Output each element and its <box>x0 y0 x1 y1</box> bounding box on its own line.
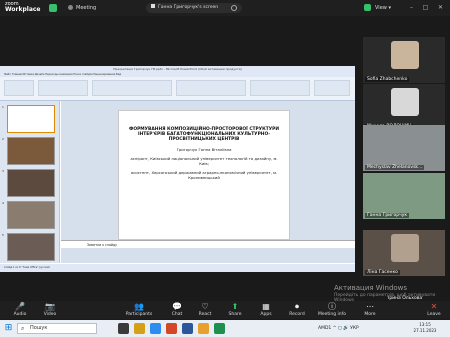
slide-affiliation: аспірант, Київський національний універс… <box>130 155 278 166</box>
participant-tile[interactable]: Микола ВОЛОШИН <box>363 84 445 130</box>
participant-avatar <box>391 234 419 262</box>
leave-icon: ✕ <box>430 302 438 311</box>
editing-group[interactable] <box>314 80 350 96</box>
taskbar-search-box[interactable]: ⌕ Пошук <box>17 323 97 334</box>
slide-thumbnails: 1 2 3 4 5 <box>0 101 60 263</box>
word-taskbar-icon[interactable] <box>182 323 193 334</box>
meeting-top-bar: zoom Workplace Meeting Ганна Григорчук's … <box>0 0 450 16</box>
slide-title: ФОРМУВАННЯ КОМПОЗИЦІЙНО-ПРОСТОРОВОЇ СТРУ… <box>128 127 279 143</box>
apps-icon: ▦ <box>262 302 270 311</box>
share-icon: ⬆ <box>231 302 239 311</box>
taskbar-clock[interactable]: 13:15 27.11.2023 <box>410 322 440 334</box>
heart-icon: ♡ <box>201 302 209 311</box>
excel-taskbar-icon[interactable] <box>214 323 225 334</box>
encryption-icon[interactable] <box>364 4 371 11</box>
share-button[interactable]: ⬆ Share <box>221 301 249 319</box>
more-button[interactable]: ⋯ More <box>356 301 384 319</box>
meeting-icon <box>68 5 73 10</box>
meeting-info-button[interactable]: ⓘ Meeting info <box>316 301 348 319</box>
clipboard-group[interactable] <box>4 80 34 96</box>
record-icon: ⏺ <box>295 302 299 311</box>
chat-button[interactable]: 💬 Chat <box>163 301 191 319</box>
system-tray[interactable]: AMD1 ^ ◻ 🔊 УКР <box>318 323 359 334</box>
more-icon: ⋯ <box>366 302 374 311</box>
chat-icon: 💬 <box>172 302 182 311</box>
slide-thumbnail[interactable] <box>7 233 55 261</box>
screen-icon <box>151 4 155 8</box>
participant-tile[interactable]: Ліна Гасенко <box>363 230 445 276</box>
screen-share-indicator[interactable]: Ганна Григорчук's screen <box>146 3 242 13</box>
microphone-icon: 🎤 <box>15 302 25 311</box>
maximize-icon[interactable]: □ <box>422 4 429 11</box>
browser-taskbar-icon[interactable] <box>198 323 209 334</box>
slide-thumbnail[interactable] <box>7 137 55 165</box>
powerpoint-status-bar: Слайд 1 из 6 "Тема Office" русский <box>0 264 355 272</box>
search-icon: ⌕ <box>21 325 25 332</box>
audio-button[interactable]: 🎤 Audio <box>6 301 34 319</box>
close-icon[interactable]: ✕ <box>437 4 444 11</box>
participant-avatar <box>391 88 419 116</box>
windows-taskbar: ⊞ ⌕ Пошук AMD1 ^ ◻ 🔊 УКР 13:15 27.11.2023 <box>0 320 450 337</box>
info-icon: ⓘ <box>328 302 336 311</box>
participant-avatar <box>391 41 419 69</box>
zoom-meeting-window: zoom Workplace Meeting Ганна Григорчук's … <box>0 0 450 337</box>
participants-button[interactable]: 👥 Participants <box>125 301 153 319</box>
shared-screen: Презентація Григорчук ГВ.pptx - Microsof… <box>0 66 355 272</box>
paragraph-group[interactable] <box>176 80 246 96</box>
leave-button[interactable]: ✕ Leave <box>420 301 448 319</box>
slide-thumbnail[interactable] <box>7 105 55 133</box>
react-button[interactable]: ♡ React <box>191 301 219 319</box>
powerpoint-taskbar-icon[interactable] <box>166 323 177 334</box>
slide-thumbnail[interactable] <box>7 201 55 229</box>
activation-watermark: Активация Windows <box>334 284 408 292</box>
view-button[interactable]: View ▾ <box>375 3 391 13</box>
current-slide[interactable]: ФОРМУВАННЯ КОМПОЗИЦІЙНО-ПРОСТОРОВОЇ СТРУ… <box>118 110 290 240</box>
task-view-icon[interactable] <box>118 323 129 334</box>
stop-share-icon[interactable] <box>231 5 237 11</box>
apps-button[interactable]: ▦ Apps <box>252 301 280 319</box>
slide-thumbnail[interactable] <box>7 169 55 197</box>
record-button[interactable]: ⏺ Record <box>283 301 311 319</box>
camera-icon: 📷 <box>45 302 55 311</box>
slide-editor: ФОРМУВАННЯ КОМПОЗИЦІЙНО-ПРОСТОРОВОЇ СТРУ… <box>61 101 355 263</box>
zoom-taskbar-icon[interactable] <box>150 323 161 334</box>
shield-icon[interactable] <box>49 4 57 12</box>
video-button[interactable]: 📷 Video <box>36 301 64 319</box>
font-group[interactable] <box>92 80 172 96</box>
minimize-icon[interactable]: – <box>408 4 415 11</box>
ribbon <box>0 77 355 101</box>
meeting-tab[interactable]: Meeting <box>68 4 96 12</box>
slide-affiliation: асистент, Херсонський державний аграрно-… <box>130 169 278 180</box>
zoom-logo: zoom Workplace <box>5 1 41 13</box>
participants-icon: 👥 <box>134 302 144 311</box>
participant-tile[interactable]: Mechyslav Zhelanovsk... <box>363 125 445 171</box>
notes-pane[interactable]: Заметки к слайду <box>61 240 355 248</box>
participant-tile[interactable]: Ганна Григорчук <box>363 173 445 219</box>
slides-group[interactable] <box>38 80 88 96</box>
participant-tile[interactable]: Sofia Zhabchenko <box>363 37 445 83</box>
drawing-group[interactable] <box>250 80 310 96</box>
meeting-toolbar: 🎤 Audio 📷 Video 👥 Participants 💬 Chat ♡ React… <box>0 301 450 319</box>
file-explorer-icon[interactable] <box>134 323 145 334</box>
windows-start-icon[interactable]: ⊞ <box>3 323 14 334</box>
slide-author: Григорчук Ганна Віталіївна <box>176 146 232 152</box>
